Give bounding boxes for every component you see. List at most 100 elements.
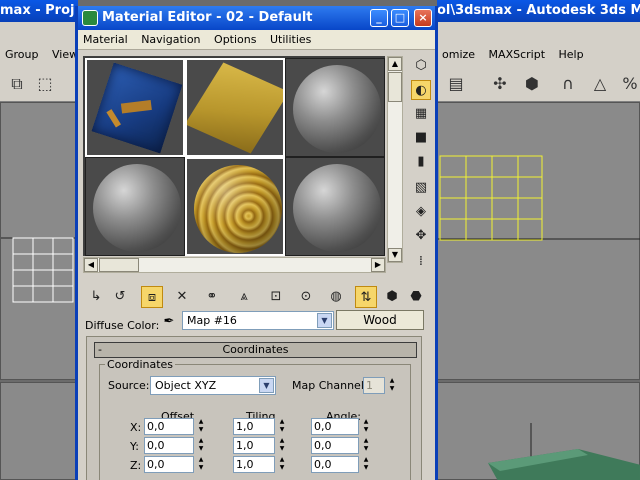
offset-x-spinner[interactable]: 0,0 ▲ ▼ — [144, 418, 208, 435]
schematic-view-icon[interactable]: ⬢ — [521, 73, 543, 95]
go-forward-to-sibling-icon[interactable]: ⬢ — [381, 286, 403, 308]
menu-utilities[interactable]: Utilities — [265, 30, 316, 50]
chevron-down-icon[interactable]: ▼ — [259, 378, 274, 393]
angle-x-spinner[interactable]: 0,0 ▲ ▼ — [311, 418, 373, 435]
make-unique-icon[interactable]: ⚭ — [201, 286, 223, 308]
offset-y-field[interactable]: 0,0 — [144, 437, 194, 454]
collapse-icon[interactable]: - — [98, 343, 102, 357]
spinner-arrows-icon[interactable]: ▲ ▼ — [361, 418, 371, 435]
select-by-name-icon[interactable]: ⧉ — [6, 73, 28, 95]
menu-group[interactable]: Group — [0, 45, 44, 65]
viewport-top-left[interactable] — [0, 102, 79, 380]
menu-navigation[interactable]: Navigation — [136, 30, 205, 50]
main-toolbar-left: ⧉ ⬚ — [0, 65, 78, 102]
menu-customize[interactable]: omize — [437, 45, 480, 65]
sample-slot-4[interactable] — [85, 157, 185, 256]
assign-to-selection-icon[interactable]: ⧈ — [141, 286, 163, 308]
scroll-down-arrow-icon[interactable]: ▼ — [388, 248, 402, 262]
app-title-right: ol\3dsmax - Autodesk 3ds Max — [437, 0, 640, 22]
sample-slot-3[interactable] — [285, 58, 385, 157]
reset-map-icon[interactable]: ✕ — [171, 286, 193, 308]
put-to-library-icon[interactable]: ⩓ — [233, 286, 255, 308]
map-channel-field[interactable]: 1 — [363, 377, 385, 394]
background-icon[interactable]: ▦ — [411, 104, 431, 124]
tiling-icon[interactable]: ■ — [411, 128, 431, 148]
backlight-icon[interactable]: ◐ — [411, 80, 431, 100]
layer-manager-icon[interactable]: ▤ — [445, 73, 467, 95]
coordinates-rollout-header[interactable]: - Coordinates — [94, 342, 417, 358]
tiling-z-field[interactable]: 1,0 — [233, 456, 275, 473]
spinner-arrows-icon[interactable]: ▲ ▼ — [277, 418, 287, 435]
scroll-up-arrow-icon[interactable]: ▲ — [388, 57, 402, 71]
angle-y-spinner[interactable]: 0,0 ▲ ▼ — [311, 437, 373, 454]
angle-z-spinner[interactable]: 0,0 ▲ ▼ — [311, 456, 373, 473]
put-to-scene-icon[interactable]: ↺ — [109, 286, 131, 308]
menu-views[interactable]: Views — [47, 45, 78, 65]
tiling-z-spinner[interactable]: 1,0 ▲ ▼ — [233, 456, 289, 473]
tiling-y-field[interactable]: 1,0 — [233, 437, 275, 454]
sample-slot-6[interactable] — [285, 157, 385, 256]
map-type-button[interactable]: Wood — [336, 310, 424, 330]
sample-slot-2[interactable] — [185, 58, 285, 157]
slots-vertical-scrollbar[interactable]: ▲ ▼ — [387, 56, 403, 263]
viewport-bottom-right[interactable] — [437, 382, 640, 480]
go-to-parent-icon[interactable]: ⇅ — [355, 286, 377, 308]
angle-x-field[interactable]: 0,0 — [311, 418, 359, 435]
show-end-result-icon[interactable]: ◍ — [325, 286, 347, 308]
scroll-thumb[interactable] — [388, 72, 402, 102]
options-icon[interactable]: ◈ — [411, 202, 431, 222]
offset-x-field[interactable]: 0,0 — [144, 418, 194, 435]
select-object-icon[interactable]: ⬚ — [34, 73, 56, 95]
viewport-bottom-left[interactable] — [0, 382, 78, 480]
curve-editor-icon[interactable]: ✣ — [489, 73, 511, 95]
tiling-x-spinner[interactable]: 1,0 ▲ ▼ — [233, 418, 289, 435]
map-channel-spinner[interactable]: 1 ▲ ▼ — [363, 377, 399, 394]
sample-slot-5[interactable] — [185, 157, 285, 256]
spinner-arrows-icon[interactable]: ▲ ▼ — [361, 456, 371, 473]
offset-z-spinner[interactable]: 0,0 ▲ ▼ — [144, 456, 208, 473]
select-by-material-icon[interactable]: ✥ — [411, 226, 431, 246]
viewport-top-right[interactable] — [437, 102, 640, 380]
map-name-select[interactable]: Map #16 ▼ — [182, 311, 334, 330]
menu-maxscript[interactable]: MAXScript — [484, 45, 550, 65]
sample-type-icon[interactable]: ⬡ — [411, 56, 431, 76]
offset-y-spinner[interactable]: 0,0 ▲ ▼ — [144, 437, 208, 454]
tiling-y-spinner[interactable]: 1,0 ▲ ▼ — [233, 437, 289, 454]
minimize-button[interactable]: _ — [370, 9, 388, 27]
spinner-arrows-icon[interactable]: ▲ ▼ — [196, 437, 206, 454]
spinner-arrows-icon[interactable]: ▲ ▼ — [196, 456, 206, 473]
chevron-down-icon[interactable]: ▼ — [317, 313, 332, 328]
material-editor-titlebar[interactable]: Material Editor - 02 - Default _ □ × — [78, 6, 435, 30]
pick-material-eyedropper-icon[interactable]: ✒ — [160, 313, 178, 331]
sample-slot-1[interactable] — [85, 58, 185, 157]
scroll-right-arrow-icon[interactable]: ▶ — [371, 258, 385, 272]
close-button[interactable]: × — [414, 9, 432, 27]
scroll-thumb[interactable] — [99, 258, 139, 272]
spinner-arrows-icon[interactable]: ▲ ▼ — [277, 456, 287, 473]
offset-z-field[interactable]: 0,0 — [144, 456, 194, 473]
tiling-x-field[interactable]: 1,0 — [233, 418, 275, 435]
spinner-arrows-icon[interactable]: ▲ ▼ — [277, 437, 287, 454]
angle-y-field[interactable]: 0,0 — [311, 437, 359, 454]
maximize-button[interactable]: □ — [391, 9, 409, 27]
menu-material[interactable]: Material — [78, 30, 133, 50]
material-map-navigator-icon[interactable]: ⬣ — [405, 286, 427, 308]
scroll-left-arrow-icon[interactable]: ◀ — [84, 258, 98, 272]
spinner-arrows-icon[interactable]: ▲ ▼ — [361, 437, 371, 454]
material-effects-channel-icon[interactable]: ⊡ — [265, 286, 287, 308]
show-map-in-viewport-icon[interactable]: ⊙ — [295, 286, 317, 308]
spinner-arrows-icon[interactable]: ▲ ▼ — [387, 377, 397, 394]
video-color-check-icon[interactable]: ▮ — [411, 152, 431, 172]
snap-toggle-icon[interactable]: ∩ — [557, 73, 579, 95]
percent-snap-icon[interactable]: % — [619, 73, 640, 95]
angle-snap-icon[interactable]: △ — [589, 73, 611, 95]
angle-z-field[interactable]: 0,0 — [311, 456, 359, 473]
make-preview-icon[interactable]: ▧ — [411, 178, 431, 198]
material-navigator-icon[interactable]: ⁞ — [411, 252, 431, 272]
source-select[interactable]: Object XYZ ▼ — [150, 376, 276, 395]
slots-horizontal-scrollbar[interactable]: ◀ ▶ — [83, 257, 386, 273]
get-material-icon[interactable]: ↳ — [85, 286, 107, 308]
menu-options[interactable]: Options — [209, 30, 261, 50]
spinner-arrows-icon[interactable]: ▲ ▼ — [196, 418, 206, 435]
menu-help[interactable]: Help — [554, 45, 589, 65]
